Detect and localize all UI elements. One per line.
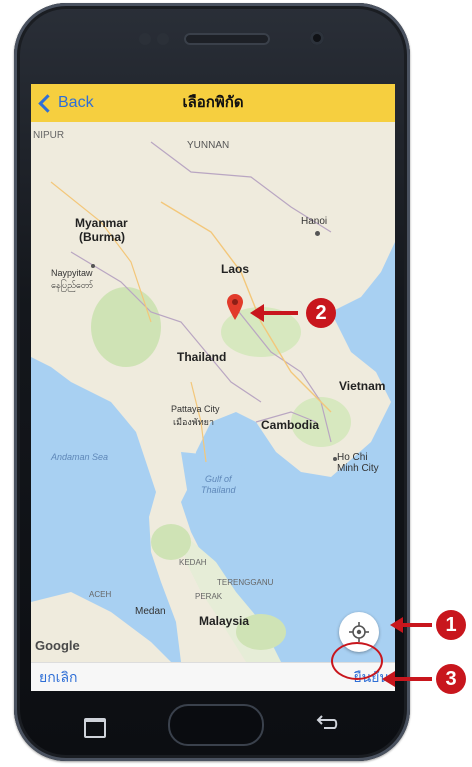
callout-3: 3 (436, 664, 466, 694)
callout-2: 2 (306, 298, 336, 328)
callout-1: 1 (436, 610, 466, 640)
annotation-arrows (250, 304, 432, 687)
